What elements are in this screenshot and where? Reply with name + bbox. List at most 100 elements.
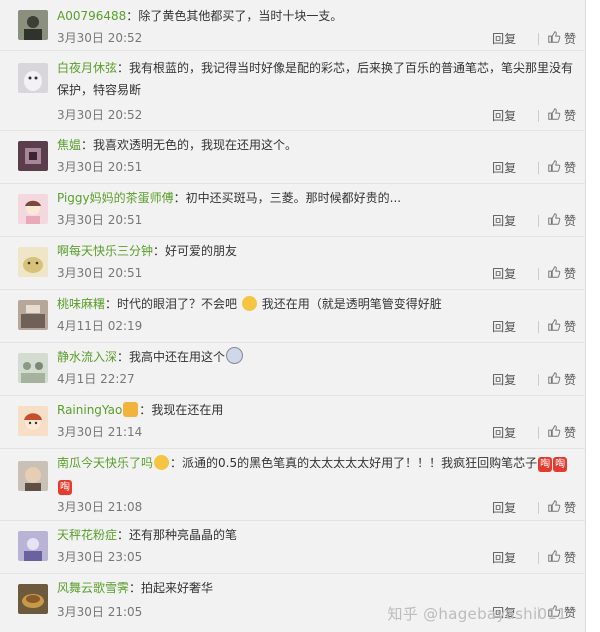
emoji-icon [226,347,244,364]
comment-row: Piggy妈妈的茶蛋师傅：初中还买斑马，三菱。那时候都好贵的... 3月30日 … [0,184,586,237]
thumbs-up-icon[interactable] [547,30,564,48]
username[interactable]: Piggy妈妈的茶蛋师傅 [57,191,174,205]
like-button[interactable]: 赞 [564,108,576,124]
comment-text: 我现在还在用 [151,403,224,417]
avatar-portrait-icon[interactable] [18,10,48,40]
avatar-food-icon[interactable] [18,584,48,614]
thumbs-up-icon[interactable] [547,318,564,336]
comment-time: 4月11日 02:19 [57,319,143,333]
comment-row: A00796488：除了黄色其他都买了，当时十块一支。 3月30日 20:52 … [0,0,586,51]
avatar-cartoon-icon[interactable] [18,406,48,436]
watermark: 知乎 @hagebayashi011 [387,605,567,623]
comment-time: 4月1日 22:27 [57,372,135,386]
thumbs-up-icon[interactable] [547,159,564,177]
stamp-badge: 啕 [553,457,568,472]
like-button[interactable]: 赞 [564,372,576,388]
emoji-icon [123,402,139,417]
avatar-pattern-icon[interactable] [18,141,48,171]
thumbs-up-icon[interactable] [547,371,564,389]
reply-button[interactable]: 回复 [492,500,516,516]
emoji-icon [154,455,170,470]
comment-text: 初中还买斑马，三菱。那时候都好贵的... [185,191,402,205]
like-button[interactable]: 赞 [564,319,576,335]
avatar-room-icon[interactable] [18,300,48,330]
comment-text: 除了黄色其他都买了，当时十块一支。 [138,9,343,23]
thumbs-up-icon[interactable] [547,549,564,567]
stamp-badge: 啕 [538,457,553,472]
comment-row: 天秤花粉症：还有那种亮晶晶的笔 3月30日 23:05 回复 赞 [0,521,586,574]
reply-button[interactable]: 回复 [492,425,516,441]
like-button[interactable]: 赞 [564,160,576,176]
reply-button[interactable]: 回复 [492,213,516,229]
comment-row: RainingYao ：我现在还在用 3月30日 21:14 回复 赞 [0,396,586,449]
comment-row: 南瓜今天快乐了吗 ：派通的0.5的黑色笔真的太太太太太好用了！！！我疯狂回购笔芯子… [0,449,586,521]
comment-text: 还有那种亮晶晶的笔 [129,528,238,542]
comment-text: 我喜欢透明无色的，我现在还用这个。 [93,138,298,152]
comment-time: 3月30日 20:52 [57,108,143,122]
username[interactable]: 桃味麻糬 [57,297,105,311]
like-button[interactable]: 赞 [564,213,576,229]
comment-text: 我高中还在用这个 [129,350,226,364]
comment-time: 3月30日 23:05 [57,550,143,564]
comment-row: 桃味麻糬：时代的眼泪了？不会吧 我还在用（就是透明笔管变得好脏 4月11日 02… [0,290,586,343]
thumbs-up-icon[interactable] [547,424,564,442]
comment-list: A00796488：除了黄色其他都买了，当时十块一支。 3月30日 20:52 … [0,0,586,632]
comment-row: 啊每天快乐三分钟：好可爱的朋友 3月30日 20:51 回复 赞 [0,237,586,290]
divider [537,110,539,122]
divider [537,374,539,386]
comment-text: 拍起来好奢华 [141,581,214,595]
thumbs-up-icon[interactable] [547,107,564,125]
comment-text: 好可爱的朋友 [165,244,238,258]
divider [537,33,539,45]
avatar-cat-icon[interactable] [18,63,48,93]
reply-button[interactable]: 回复 [492,108,516,124]
username[interactable]: 天秤花粉症 [57,528,117,542]
divider [537,552,539,564]
reply-button[interactable]: 回复 [492,31,516,47]
comment-text: 派通的0.5的黑色笔真的太太太太太好用了！！！我疯狂回购笔芯子 [182,456,538,470]
thumbs-up-icon[interactable] [547,265,564,283]
reply-button[interactable]: 回复 [492,160,516,176]
comment-text-continued: 我还在用（就是透明笔管变得好脏 [261,297,442,311]
thumbs-up-icon[interactable] [547,499,564,517]
username[interactable]: 焦媪 [57,138,81,152]
like-button[interactable]: 赞 [564,550,576,566]
username[interactable]: 南瓜今天快乐了吗 [57,456,153,470]
like-button[interactable]: 赞 [564,31,576,47]
comment-time: 3月30日 20:52 [57,31,143,45]
comment-time: 3月30日 21:14 [57,425,143,439]
emoji-icon [241,296,257,311]
avatar-purple-icon[interactable] [18,531,48,561]
comment-text: 我有根蓝的，我记得当时好像是配的彩芯，后来换了百乐的普通笔芯，笔尖那里没有保护，… [57,61,574,97]
like-button[interactable]: 赞 [564,500,576,516]
divider [537,268,539,280]
like-button[interactable]: 赞 [564,266,576,282]
username[interactable]: 白夜月休弦 [57,61,117,75]
username[interactable]: 啊每天快乐三分钟 [57,244,153,258]
reply-button[interactable]: 回复 [492,319,516,335]
stamp-badge: 啕 [58,480,72,495]
divider [537,215,539,227]
username[interactable]: A00796488 [57,9,126,23]
divider [537,321,539,333]
reply-button[interactable]: 回复 [492,550,516,566]
reply-button[interactable]: 回复 [492,266,516,282]
comment-time: 3月30日 20:51 [57,213,143,227]
divider [537,427,539,439]
like-button[interactable]: 赞 [564,425,576,441]
reply-button[interactable]: 回复 [492,372,516,388]
comment-time: 3月30日 20:51 [57,160,143,174]
divider [537,502,539,514]
comment-text: 时代的眼泪了？不会吧 [117,297,238,311]
comment-row: 静水流入深：我高中还在用这个 4月1日 22:27 回复 赞 [0,343,586,396]
username[interactable]: 风舞云歌雪霁 [57,581,129,595]
username[interactable]: 静水流入深 [57,350,117,364]
username[interactable]: RainingYao [57,403,122,417]
avatar-girl-icon[interactable] [18,194,48,224]
thumbs-up-icon[interactable] [547,212,564,230]
comment-row: 白夜月休弦：我有根蓝的，我记得当时好像是配的彩芯，后来换了百乐的普通笔芯，笔尖那… [0,51,586,131]
avatar-group-icon[interactable] [18,353,48,383]
avatar-pet-icon[interactable] [18,247,48,277]
avatar-face-icon[interactable] [18,461,48,491]
comment-time: 3月30日 21:05 [57,605,143,619]
